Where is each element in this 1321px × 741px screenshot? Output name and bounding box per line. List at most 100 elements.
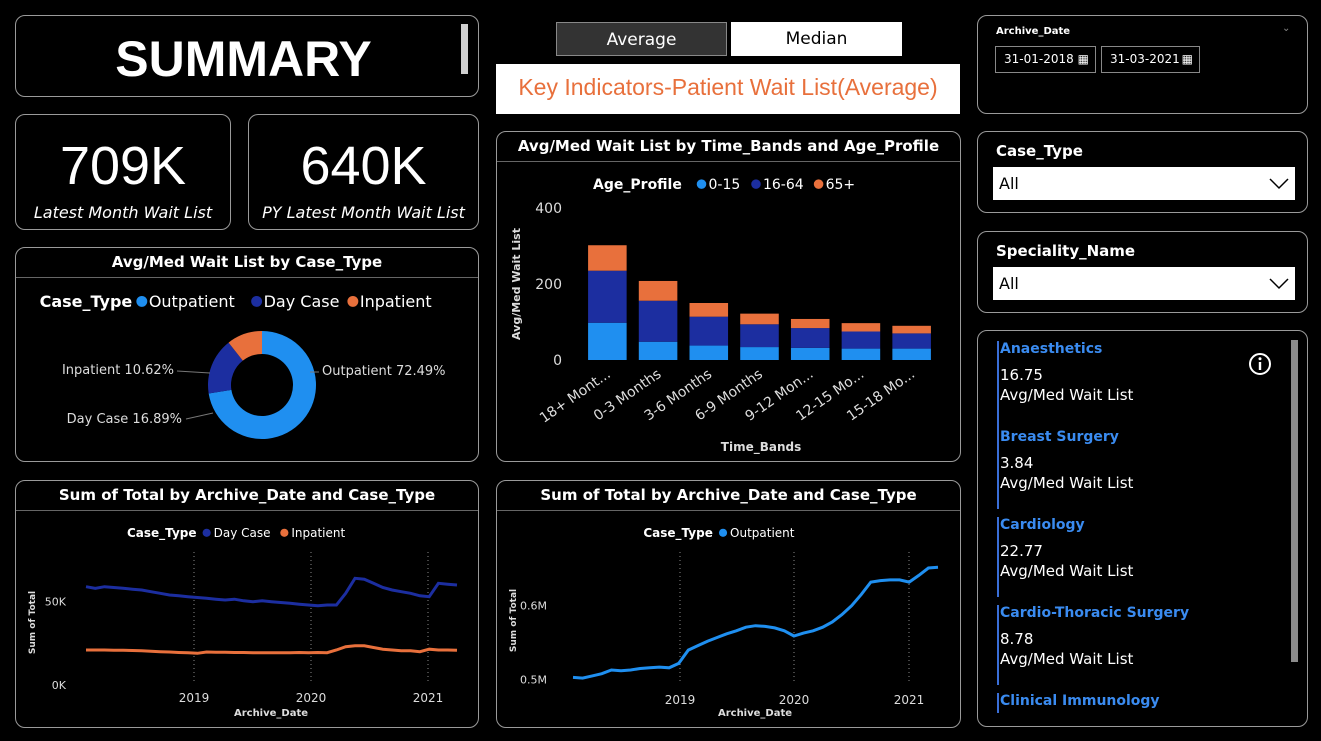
legend-marker <box>718 528 728 537</box>
y-tick-label: 50K <box>45 596 67 609</box>
legend-label: Outpatient <box>149 292 235 311</box>
series-line <box>572 565 939 680</box>
item-name: Cardiology <box>1000 517 1085 533</box>
x-axis-label: Archive_Date <box>718 708 792 719</box>
legend-label: 0-15 <box>709 177 741 193</box>
slice-data-label: Day Case 16.89% <box>67 412 182 427</box>
median-button[interactable]: Median <box>731 22 902 56</box>
legend-marker <box>696 179 707 189</box>
speciality-slicer: Speciality_Name All <box>977 231 1308 313</box>
list-item[interactable]: Cardiology 22.77 Avg/Med Wait List <box>997 517 1268 597</box>
item-value: 22.77 <box>1000 542 1043 560</box>
chart-title: Avg/Med Wait List by Time_Bands and Age_… <box>517 137 940 155</box>
speciality-dropdown[interactable]: All <box>993 267 1295 300</box>
x-tick-label: 2019 <box>665 693 696 707</box>
leader-line <box>176 370 211 374</box>
bar-segment <box>841 323 881 332</box>
legend-title: Case_Type <box>127 526 197 541</box>
list-item[interactable]: Breast Surgery 3.84 Avg/Med Wait List <box>997 429 1268 509</box>
scroll-handle[interactable] <box>461 24 468 74</box>
legend-marker <box>251 295 263 307</box>
bar-segment <box>689 303 729 317</box>
time-bands-bar-card: Avg/Med Wait List by Time_Bands and Age_… <box>496 131 961 462</box>
item-accent <box>997 517 999 597</box>
chart-title: Sum of Total by Archive_Date and Case_Ty… <box>540 486 917 504</box>
chart-title: Avg/Med Wait List by Case_Type <box>111 253 383 271</box>
list-item[interactable]: Clinical Immunology <box>997 693 1268 713</box>
leader-line <box>185 412 214 420</box>
item-label: Avg/Med Wait List <box>1000 650 1134 668</box>
series-line <box>86 644 458 655</box>
average-button[interactable]: Average <box>556 22 727 56</box>
legend-marker <box>136 295 148 307</box>
y-tick-label: 400 <box>535 201 562 217</box>
y-tick-label: 0K <box>52 679 67 692</box>
bar-segment <box>638 341 678 360</box>
dropdown-value: All <box>999 174 1019 193</box>
case-type-dropdown[interactable]: All <box>993 167 1295 200</box>
donut-chart: Case_Type Outpatient Day Case Inpatient Outp… <box>40 292 446 439</box>
bar-segment <box>588 270 627 323</box>
bar-segment <box>740 313 779 325</box>
start-date-input[interactable]: 31-01-2018 ▦ <box>995 46 1096 73</box>
slicer-title: Speciality_Name <box>996 242 1136 260</box>
start-date-value: 31-01-2018 <box>1004 52 1074 66</box>
bar-segment <box>638 300 678 342</box>
item-accent <box>997 341 999 431</box>
legend-marker <box>751 179 761 189</box>
x-tick-label: 2021 <box>894 693 925 707</box>
slicer-title: Case_Type <box>996 142 1083 160</box>
line-chart-outpatient: Case_Type Outpatient 2019 2020 2021 0.5M 0.6MS… <box>509 526 939 719</box>
item-label: Avg/Med Wait List <box>1000 474 1134 492</box>
slice-data-label: Inpatient 10.62% <box>62 363 174 378</box>
slicer-title: Archive_Date <box>996 26 1071 37</box>
legend-marker <box>813 179 824 189</box>
list-item[interactable]: Cardio-Thoracic Surgery 8.78 Avg/Med Wai… <box>997 605 1268 685</box>
archive-date-slicer: Archive_Date ⌄ 31-01-2018 ▦ 31-03-2021 ▦ <box>977 15 1308 114</box>
end-date-input[interactable]: 31-03-2021 ▦ <box>1101 46 1200 73</box>
chevron-down-icon[interactable] <box>1269 178 1289 190</box>
headline-text: Key Indicators-Patient Wait List(Average… <box>518 74 938 100</box>
series-line <box>85 576 458 608</box>
chevron-down-icon[interactable]: ⌄ <box>1282 23 1290 34</box>
y-tick-label: 0.5M <box>520 674 547 687</box>
item-value: 16.75 <box>1000 366 1043 384</box>
bar-segment <box>689 345 729 360</box>
x-axis-label: Archive_Date <box>234 708 308 719</box>
line-chart-daycase-inpatient: Case_Type Day Case Inpatient 2019 2020 2021 0K… <box>28 526 458 719</box>
bar-segment <box>740 324 779 348</box>
case-type-donut-card: Avg/Med Wait List by Case_Type Case_Type… <box>15 247 479 462</box>
x-tick-label: 2020 <box>779 693 810 707</box>
item-value: 8.78 <box>1000 630 1034 648</box>
stacked-bar-chart: Age_Profile 0-15 16-64 65+ 0 200 400 Avg/Med Wa… <box>510 177 931 455</box>
legend-label: Inpatient <box>291 526 345 540</box>
bar-segment <box>790 328 830 348</box>
daycase-inpatient-line-card: Sum of Total by Archive_Date and Case_Ty… <box>15 480 479 728</box>
calendar-icon[interactable]: ▦ <box>1078 47 1089 72</box>
kpi-label: PY Latest Month Wait List <box>262 203 465 222</box>
bar-segment <box>790 347 830 360</box>
list-item[interactable]: Anaesthetics 16.75 Avg/Med Wait List <box>997 341 1268 431</box>
legend-marker <box>202 528 211 537</box>
item-label: Avg/Med Wait List <box>1000 386 1134 404</box>
chevron-down-icon[interactable] <box>1269 278 1289 290</box>
legend-marker <box>347 295 359 307</box>
y-axis-label: Sum of Total <box>509 589 519 652</box>
bar-segment <box>588 322 627 360</box>
legend-label: 16-64 <box>763 177 804 193</box>
legend-label: Inpatient <box>360 292 432 311</box>
calendar-icon[interactable]: ▦ <box>1182 47 1193 72</box>
speciality-list-card: Anaesthetics 16.75 Avg/Med Wait List Bre… <box>977 330 1308 727</box>
kpi-py-latest-month: 640K PY Latest Month Wait List <box>248 114 479 230</box>
summary-card: SUMMARY <box>15 15 479 97</box>
bar-segment <box>841 348 881 360</box>
end-date-value: 31-03-2021 <box>1110 52 1180 66</box>
list-scrollbar[interactable] <box>1291 340 1298 662</box>
case-type-slicer: Case_Type All <box>977 131 1308 213</box>
y-axis-label: Avg/Med Wait List <box>510 228 523 340</box>
legend-marker <box>280 528 289 537</box>
x-axis-label: Time_Bands <box>721 440 801 455</box>
y-tick-label: 0 <box>553 353 562 369</box>
legend-label: Day Case <box>214 526 271 540</box>
bar-segment <box>638 280 678 301</box>
